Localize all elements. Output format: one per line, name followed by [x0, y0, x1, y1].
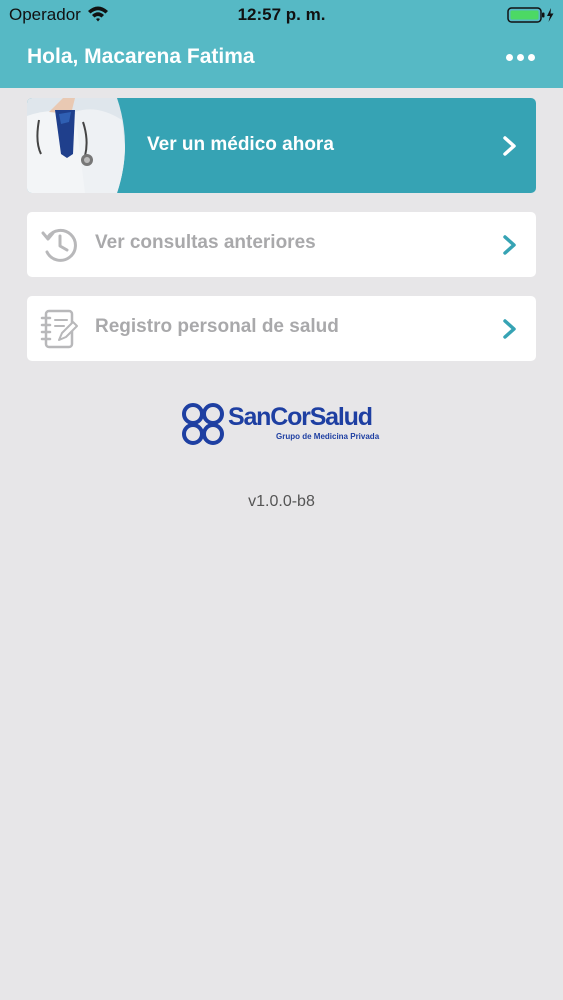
see-doctor-now-button[interactable]: Ver un médico ahora	[27, 98, 536, 193]
doctor-photo	[27, 98, 125, 193]
greeting-title: Hola, Macarena Fatima	[27, 45, 255, 68]
chevron-right-icon	[503, 319, 516, 339]
status-bar: Operador 12:57 p. m.	[0, 0, 563, 30]
see-doctor-now-label: Ver un médico ahora	[147, 134, 334, 155]
personal-health-record-label: Registro personal de salud	[95, 316, 339, 337]
sancorsalud-logo: SanCorSalud Grupo de Medicina Privada	[180, 398, 390, 450]
status-time: 12:57 p. m.	[237, 5, 326, 24]
history-clock-icon	[41, 228, 77, 262]
personal-health-record-button[interactable]: Registro personal de salud	[27, 296, 536, 361]
chevron-right-icon	[503, 235, 516, 255]
more-options-button[interactable]	[500, 44, 540, 70]
sancorsalud-logo-mark	[182, 403, 224, 445]
health-notebook-icon	[40, 309, 78, 349]
charging-bolt-icon	[547, 8, 554, 22]
chevron-right-icon	[503, 136, 516, 156]
previous-consultations-button[interactable]: Ver consultas anteriores	[27, 212, 536, 277]
app-version: v1.0.0-b8	[248, 493, 315, 510]
brand-tagline: Grupo de Medicina Privada	[276, 432, 380, 441]
previous-consultations-label: Ver consultas anteriores	[95, 232, 316, 253]
app-header: Operador 12:57 p. m. Hola, Macarena Fati…	[0, 0, 563, 88]
brand-name: SanCorSalud	[228, 403, 373, 431]
battery-icon	[507, 7, 554, 23]
more-horizontal-icon	[505, 53, 513, 61]
